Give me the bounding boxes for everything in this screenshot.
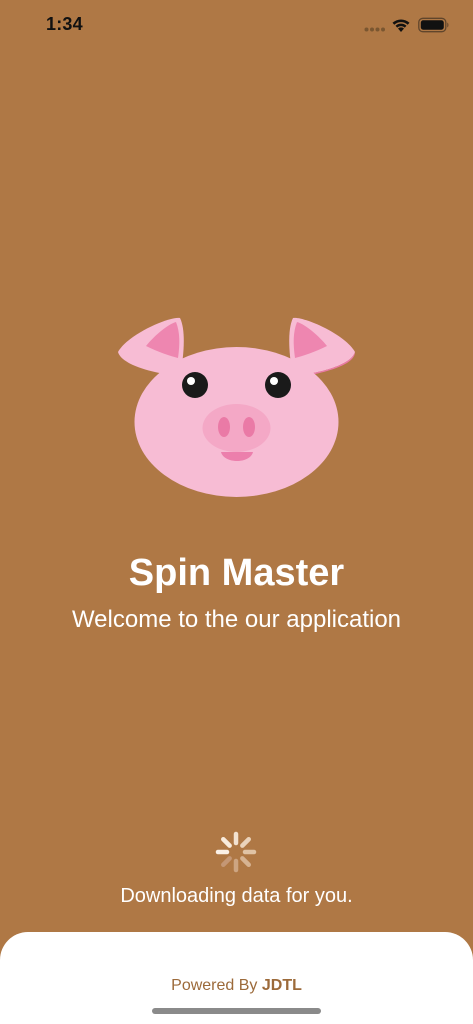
pig-face-icon: [118, 317, 355, 497]
loading-spinner-icon: [215, 831, 257, 873]
status-time: 1:34: [46, 14, 83, 34]
splash-screen: 1:34 Spin Master Welcome to the our appl…: [0, 0, 473, 1024]
status-bar: 1:34: [0, 0, 473, 52]
battery-icon: [418, 17, 449, 33]
signal-dots-icon: [364, 27, 385, 32]
powered-by-text: Powered By JDTL: [0, 977, 473, 995]
app-subtitle: Welcome to the our application: [71, 606, 402, 633]
wifi-icon: [392, 19, 410, 32]
powered-by-brand: JDTL: [261, 977, 302, 994]
powered-by-prefix: Powered By: [171, 977, 262, 994]
home-indicator[interactable]: [152, 1008, 321, 1014]
app-title: Spin Master: [128, 552, 345, 594]
loading-text: Downloading data for you.: [120, 885, 353, 907]
